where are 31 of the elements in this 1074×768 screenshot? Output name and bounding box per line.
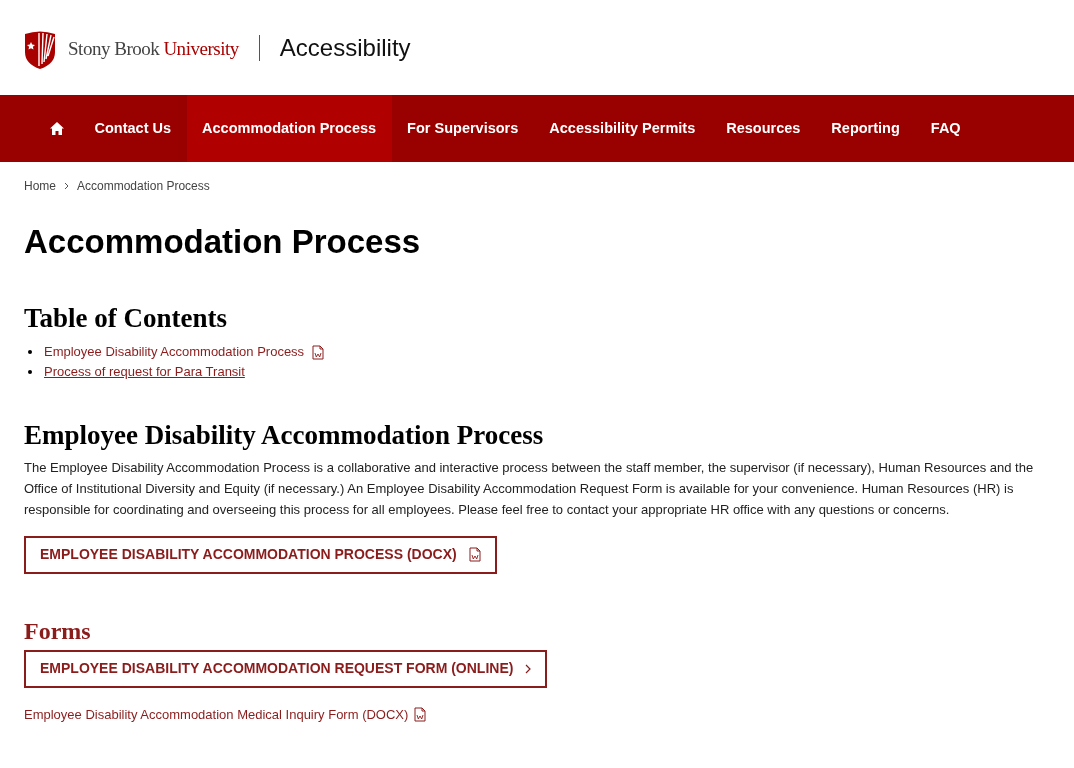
document-icon [414, 707, 427, 722]
document-icon [312, 344, 325, 360]
page-title: Accommodation Process [24, 222, 422, 262]
breadcrumb-item[interactable]: Home [24, 177, 56, 195]
shield-logo-icon [24, 29, 56, 70]
bullet [28, 350, 32, 354]
nav-link[interactable]: Resources [710, 95, 816, 162]
nav-link[interactable]: Accommodation Process [186, 95, 392, 162]
toc-link[interactable]: Process of request for Para Transit [44, 362, 245, 382]
brand-name: Stony Brook [68, 37, 160, 62]
body-paragraph: The Employee Disability Accommodation Process is a collaborative and interactive process between the staff member, the supervisor (if necessary), Human Resources and the Office of Institutional Diversity and Equity (if necessary.) An Employee Disability Accommodation Request Form is available for your convenience. Human Resources (HR) is responsible for coordinating and overseeing this process for all employees. Please feel free to contact your appropriate HR office with any questions or concerns. [24, 458, 1035, 519]
form-link[interactable]: Employee Disability Accommodation Medical Inquiry Form (DOCX) [24, 704, 409, 725]
breadcrumb-item: Accommodation Process [77, 178, 210, 195]
document-icon [468, 547, 481, 563]
outline-button[interactable]: EMPLOYEE DISABILITY ACCOMMODATION REQUEST FORM (ONLINE) [24, 649, 548, 688]
brand-name-accent: University [163, 37, 239, 62]
section-heading: Table of Contents [24, 302, 229, 336]
section-heading: Forms [24, 616, 92, 646]
nav-link[interactable]: Accessibility Permits [533, 95, 711, 162]
section-heading: Employee Disability Accommodation Process [24, 419, 545, 452]
nav-link[interactable]: For Supervisors [391, 95, 534, 162]
home-icon [50, 122, 64, 135]
nav-link[interactable]: Reporting [815, 95, 916, 162]
site-title: Accessibility [279, 32, 411, 63]
chevron-right-icon [525, 663, 532, 674]
nav-link[interactable]: Contact Us [79, 95, 187, 162]
bullet [28, 370, 32, 374]
outline-button[interactable]: EMPLOYEE DISABILITY ACCOMMODATION PROCESS (DOCX) [24, 535, 497, 574]
nav-link[interactable]: FAQ [915, 95, 977, 162]
toc-link[interactable]: Employee Disability Accommodation Process [44, 342, 305, 362]
chevron-right-icon [64, 182, 69, 190]
